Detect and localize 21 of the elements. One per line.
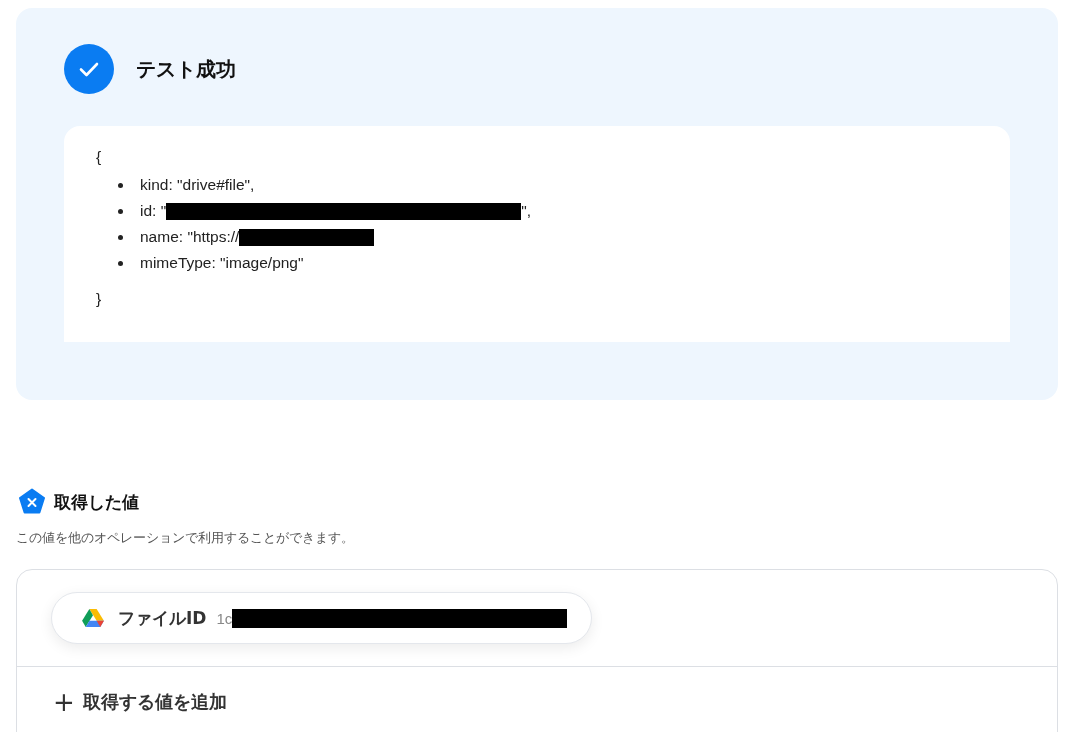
open-brace: { — [96, 148, 102, 166]
json-field-end: ", — [521, 202, 531, 220]
section-title: 取得した値 — [54, 490, 139, 514]
value-label: ファイルID — [118, 606, 207, 630]
bullet-icon — [118, 208, 123, 214]
result-title: テスト成功 — [136, 55, 236, 83]
bullet-icon — [118, 182, 123, 188]
json-field: id: " — [140, 202, 167, 220]
json-field: kind: "drive#file", — [140, 176, 255, 194]
bullet-icon — [118, 260, 123, 266]
bullet-icon — [118, 234, 123, 240]
close-brace: } — [96, 290, 102, 308]
json-field: mimeType: "image/png" — [140, 254, 304, 272]
section-description: この値を他のオペレーションで利用することができます。 — [16, 530, 355, 547]
value-chip[interactable]: ファイルID 1c — [51, 592, 593, 644]
json-field: name: "https:// — [140, 228, 240, 246]
add-value-button[interactable]: + 取得する値を追加 — [53, 689, 227, 715]
drive-icon — [82, 608, 104, 628]
check-icon — [64, 44, 114, 94]
variable-icon — [18, 488, 46, 516]
value-text: 1c — [216, 609, 233, 627]
